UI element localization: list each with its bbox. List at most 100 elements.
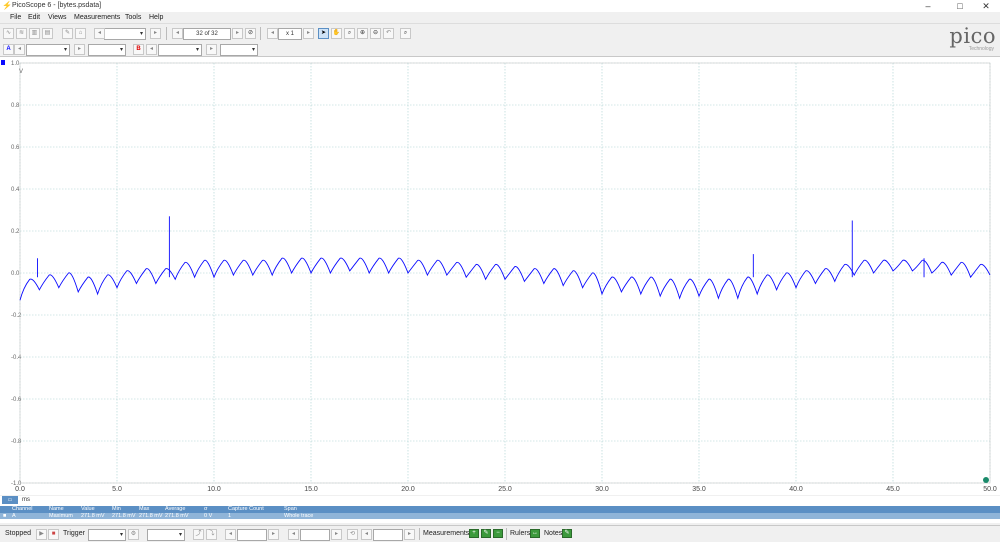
- scope-view[interactable]: 0.0 5.0 10.0 15.0 20.0 25.0 30.0 35.0 40.0 45.0 50…: [0, 57, 1000, 495]
- y-tick-label: -0.4: [11, 355, 22, 361]
- x-tick-label: 0.0: [15, 486, 25, 493]
- x-tick-label: 20.0: [401, 486, 415, 493]
- pico-logo: pico Technology: [932, 25, 996, 55]
- notes-label: Notes: [544, 530, 563, 537]
- x-tick-label: 5.0: [112, 486, 122, 493]
- waveform-chart[interactable]: 0.0 5.0 10.0 15.0 20.0 25.0 30.0 35.0 40.0 45.0 50…: [0, 57, 1000, 495]
- x-tick-label: 50.0: [983, 486, 997, 493]
- app-icon: ⚡: [2, 1, 12, 10]
- pretrigger-next-button[interactable]: ▸: [331, 529, 342, 540]
- timebase-up-button[interactable]: ▸: [150, 28, 161, 39]
- y-tick-label: -0.6: [11, 397, 22, 403]
- channel-a-button[interactable]: A: [3, 44, 14, 55]
- zoom-prev-button[interactable]: ◂: [267, 28, 278, 39]
- y-tick-label: 0.4: [11, 187, 20, 193]
- threshold-input[interactable]: [237, 529, 267, 541]
- pointer-tool-icon[interactable]: ➤: [318, 28, 329, 39]
- delay-next-button[interactable]: ▸: [404, 529, 415, 540]
- threshold-prev-button[interactable]: ◂: [225, 529, 236, 540]
- delete-measurement-icon[interactable]: −: [493, 529, 503, 538]
- delay-input[interactable]: [373, 529, 403, 541]
- persistence-mode-icon[interactable]: ≋: [16, 28, 27, 39]
- threshold-next-button[interactable]: ▸: [268, 529, 279, 540]
- edit-measurement-icon[interactable]: ✎: [481, 529, 491, 538]
- chevron-down-icon: ▾: [178, 532, 182, 538]
- trigger-mode-select[interactable]: ▾: [88, 529, 126, 541]
- row-marker-icon: ■: [3, 513, 7, 519]
- scope-mode-icon[interactable]: ∿: [3, 28, 14, 39]
- stop-button[interactable]: ■: [48, 529, 59, 540]
- menu-views[interactable]: Views: [48, 14, 67, 21]
- y-tick-label: 0.2: [11, 229, 20, 235]
- channel-a-next-button[interactable]: ▸: [74, 44, 85, 55]
- hand-tool-icon[interactable]: ✋: [331, 28, 342, 39]
- zoom-out-icon[interactable]: ⊖: [370, 28, 381, 39]
- measurements-panel: ▭ ms Channel Name Value Min Max Average …: [0, 496, 1000, 523]
- buffer-prev-button[interactable]: ◂: [172, 28, 183, 39]
- channel-b-coupling-select[interactable]: ▾: [220, 44, 258, 56]
- col-span: Span: [284, 506, 297, 512]
- cell-capture-count: 1: [228, 513, 232, 519]
- col-max: Max: [139, 506, 150, 512]
- timebase-down-button[interactable]: ◂: [94, 28, 105, 39]
- toolbar-separator: [260, 27, 261, 40]
- spectrum-mode-icon[interactable]: ▥: [29, 28, 40, 39]
- pretrigger-prev-button[interactable]: ◂: [288, 529, 299, 540]
- y-tick-label: -0.2: [11, 313, 22, 319]
- zoom-next-button[interactable]: ▸: [303, 28, 314, 39]
- channel-a-range-select[interactable]: ▾: [26, 44, 70, 56]
- x-tick-label: 10.0: [207, 486, 221, 493]
- spectrum-view-icon[interactable]: ▤: [42, 28, 53, 39]
- logo-word: pico: [949, 24, 996, 48]
- falling-edge-icon[interactable]: ⤵: [206, 529, 217, 540]
- trigger-source-select[interactable]: ▾: [147, 529, 185, 541]
- close-button[interactable]: ✕: [972, 0, 1000, 12]
- channel-options-icon[interactable]: ✎: [62, 28, 73, 39]
- channel-a-marker: [1, 60, 5, 65]
- zoom-region-icon[interactable]: ⌕: [344, 28, 355, 39]
- minimize-button[interactable]: –: [914, 0, 942, 12]
- menu-tools[interactable]: Tools: [125, 14, 141, 21]
- maximize-button[interactable]: □: [946, 0, 974, 12]
- rulers-label: Rulers: [510, 530, 531, 537]
- delay-icon[interactable]: ⟲: [347, 529, 358, 540]
- notes-icon[interactable]: ✎: [562, 529, 572, 538]
- trigger-marker-icon: [983, 477, 989, 483]
- channel-b-range-select[interactable]: ▾: [158, 44, 202, 56]
- channel-a-prev-button[interactable]: ◂: [14, 44, 25, 55]
- delay-prev-button[interactable]: ◂: [361, 529, 372, 540]
- menu-edit[interactable]: Edit: [28, 14, 40, 21]
- menu-measurements[interactable]: Measurements: [74, 14, 120, 21]
- view-tab-icon[interactable]: ▭: [2, 496, 18, 504]
- channel-a-coupling-select[interactable]: ▾: [88, 44, 126, 56]
- chevron-down-icon: ▾: [195, 47, 199, 53]
- channel-b-button[interactable]: B: [133, 44, 144, 55]
- menu-help[interactable]: Help: [149, 14, 163, 21]
- channel-b-next-button[interactable]: ▸: [206, 44, 217, 55]
- menu-bar: File Edit Views Measurements Tools Help: [0, 12, 1000, 24]
- col-average: Average: [165, 506, 186, 512]
- y-tick-label: 1.0: [11, 61, 20, 67]
- add-measurement-icon[interactable]: +: [469, 529, 479, 538]
- zoom-to-fit-icon[interactable]: ⌕: [400, 28, 411, 39]
- measurement-row[interactable]: ■ A Maximum 271.8 mV 271.8 mV 271.8 mV 2…: [0, 513, 1000, 519]
- status-separator: [419, 528, 420, 540]
- buffer-next-button[interactable]: ▸: [232, 28, 243, 39]
- start-button[interactable]: ▶: [36, 529, 47, 540]
- buffer-counter[interactable]: 32 of 32: [183, 28, 231, 40]
- undo-zoom-icon[interactable]: ↶: [383, 28, 394, 39]
- menu-file[interactable]: File: [10, 14, 21, 21]
- status-separator: [506, 528, 507, 540]
- channel-b-prev-button[interactable]: ◂: [146, 44, 157, 55]
- zoom-in-icon[interactable]: ⊕: [357, 28, 368, 39]
- x-tick-label: 35.0: [692, 486, 706, 493]
- pretrigger-input[interactable]: [300, 529, 330, 541]
- toolbar-separator: [166, 27, 167, 40]
- trigger-options-icon[interactable]: ⚙: [128, 529, 139, 540]
- rulers-icon[interactable]: ↔: [530, 529, 540, 538]
- buffer-navigator-icon[interactable]: ⊘: [245, 28, 256, 39]
- zoom-factor[interactable]: x 1: [278, 28, 302, 40]
- rising-edge-icon[interactable]: ⤴: [193, 529, 204, 540]
- collection-time-select[interactable]: ▾: [104, 28, 146, 40]
- auto-setup-icon[interactable]: ⌂: [75, 28, 86, 39]
